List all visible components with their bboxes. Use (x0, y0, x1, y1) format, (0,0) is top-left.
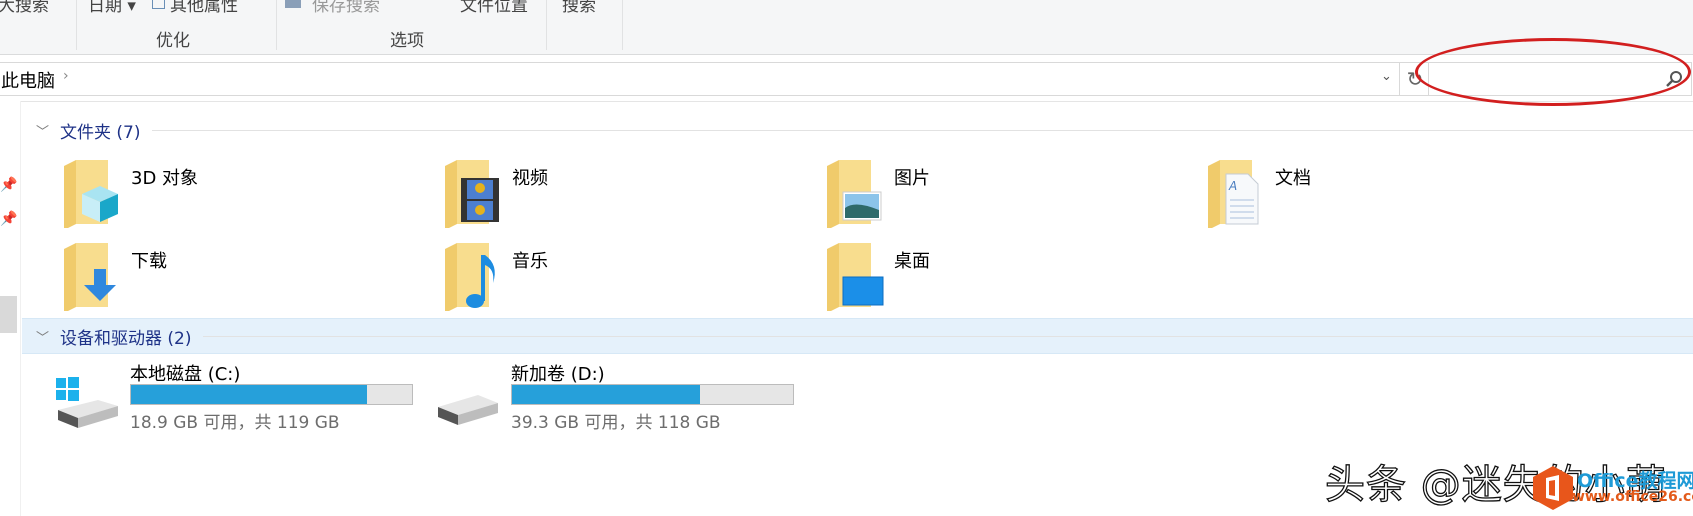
pictures-folder-icon (827, 160, 882, 228)
folder-label: 音乐 (512, 251, 548, 272)
folder-label: 图片 (894, 168, 930, 189)
nav-selected-item[interactable] (0, 296, 17, 333)
drive-usage-bar (511, 384, 794, 405)
devices-group-header[interactable]: ﹀ 设备和驱动器 (2) (22, 318, 1693, 354)
history-dropdown-icon[interactable]: ⌄ (1381, 69, 1392, 84)
refresh-button[interactable]: ↻ (1400, 62, 1431, 96)
folder-item-documents[interactable]: A 文档 (1206, 160, 1576, 238)
folder-item-pictures[interactable]: 图片 (825, 160, 1195, 238)
save-search-icon (285, 0, 301, 8)
folder-label: 桌面 (894, 251, 930, 272)
search-field[interactable] (1433, 67, 1657, 91)
drive-icon (438, 395, 498, 425)
folder-label: 3D 对象 (131, 168, 199, 189)
drive-space-info: 39.3 GB 可用，共 118 GB (511, 413, 721, 433)
videos-folder-icon (445, 160, 499, 228)
folder-label: 下载 (131, 251, 167, 272)
address-bar[interactable]: 此电脑 › ⌄ (0, 62, 1400, 96)
ribbon-date-button[interactable]: 日期 ▾ (88, 0, 136, 16)
chevron-down-icon[interactable]: ﹀ (36, 327, 52, 346)
3d-objects-folder-icon (64, 160, 118, 228)
office-logo-icon (1533, 466, 1573, 510)
ribbon-other-properties-button[interactable]: 其他属性 (170, 0, 238, 16)
group-divider (152, 129, 1693, 131)
downloads-folder-icon (64, 243, 116, 311)
folder-label: 视频 (512, 168, 548, 189)
folder-item-music[interactable]: 音乐 (443, 243, 813, 321)
refresh-icon: ↻ (1406, 67, 1424, 91)
ribbon-recent-searches[interactable]: 大搜索 (0, 0, 49, 16)
ribbon-separator (622, 0, 623, 50)
chevron-down-icon[interactable]: ﹀ (36, 121, 52, 140)
watermark-logo-url: www.office26.com (1572, 489, 1693, 505)
folder-item-downloads[interactable]: 下载 (62, 243, 432, 321)
drive-usage-fill (131, 385, 368, 404)
ribbon-file-location-button[interactable]: 文件位置 (460, 0, 528, 16)
ribbon-close-search-button[interactable]: 搜索 (562, 0, 596, 16)
drive-item-d[interactable]: 新加卷 (D:) 39.3 GB 可用，共 118 GB (511, 360, 891, 440)
devices-group-title: 设备和驱动器 (2) (60, 328, 192, 349)
ribbon: 大搜索 日期 ▾ 其他属性 保存搜索 文件位置 搜索 优化 选项 (0, 0, 1693, 55)
windows-drive-icon (56, 377, 118, 428)
search-input[interactable] (1428, 62, 1692, 96)
ribbon-separator (76, 0, 77, 50)
properties-icon (152, 0, 165, 9)
folder-item-videos[interactable]: 视频 (443, 160, 813, 238)
documents-folder-icon: A (1208, 160, 1259, 228)
ribbon-save-search-button[interactable]: 保存搜索 (312, 0, 380, 16)
drive-space-info: 18.9 GB 可用，共 119 GB (130, 413, 340, 433)
folder-label: 文档 (1275, 168, 1311, 189)
folders-group-header[interactable]: ﹀ 文件夹 (7) (22, 113, 1693, 147)
group-divider (203, 335, 1693, 337)
drive-name: 新加卷 (D:) (511, 364, 605, 385)
ribbon-group-optimize: 优化 (156, 31, 190, 51)
desktop-folder-icon (827, 243, 884, 311)
breadcrumb-this-pc[interactable]: 此电脑 (1, 67, 55, 93)
folders-group-title: 文件夹 (7) (60, 122, 141, 143)
ribbon-separator (546, 0, 547, 50)
pin-icon[interactable]: 📌 (0, 211, 17, 227)
drive-usage-fill (512, 385, 701, 404)
search-icon[interactable] (1665, 70, 1683, 88)
folder-item-desktop[interactable]: 桌面 (825, 243, 1195, 321)
breadcrumb-chevron-icon[interactable]: › (63, 68, 69, 84)
drive-name: 本地磁盘 (C:) (130, 364, 241, 385)
ribbon-separator (276, 0, 277, 50)
folder-item-3d-objects[interactable]: 3D 对象 (62, 160, 432, 238)
pin-icon[interactable]: 📌 (0, 177, 17, 193)
music-folder-icon (445, 243, 495, 311)
drive-usage-bar (130, 384, 413, 405)
svg-text:A: A (1228, 179, 1237, 193)
ribbon-group-options: 选项 (390, 31, 424, 51)
